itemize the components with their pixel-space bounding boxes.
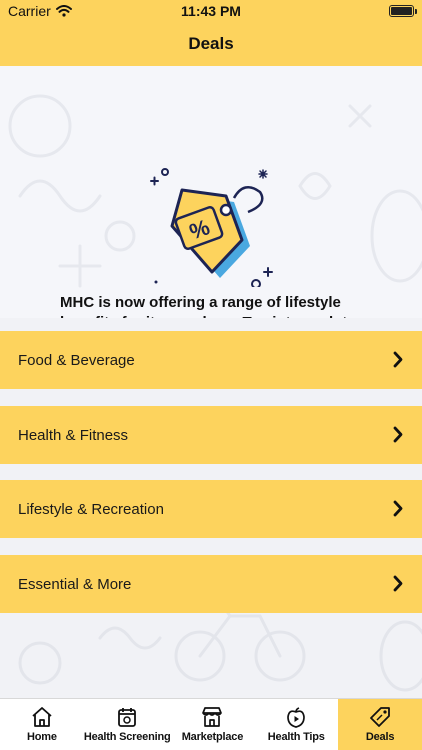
- tab-bar: Home Health Screening Marketplace Health…: [0, 698, 422, 750]
- tab-health-screening[interactable]: Health Screening: [84, 699, 171, 750]
- apple-play-icon: [287, 707, 306, 728]
- tab-home[interactable]: Home: [0, 699, 84, 750]
- category-list: Food & Beverage Health & Fitness Lifesty…: [0, 318, 422, 698]
- tab-label: Home: [27, 731, 57, 743]
- status-bar: Carrier 11:43 PM: [0, 0, 422, 22]
- category-label: Health & Fitness: [18, 426, 129, 444]
- tab-label: Marketplace: [181, 731, 244, 743]
- tab-label: Deals: [365, 731, 395, 743]
- category-label: Lifestyle & Recreation: [18, 500, 164, 518]
- battery-icon: [389, 5, 417, 17]
- price-tag-icon: [370, 707, 390, 727]
- category-essential-more[interactable]: Essential & More: [0, 555, 422, 613]
- tab-deals[interactable]: Deals: [338, 699, 422, 750]
- intro-text: MHC is now offering a range of lifestyle…: [60, 294, 356, 318]
- category-food-beverage[interactable]: Food & Beverage: [0, 331, 422, 389]
- tab-label: Health Screening: [83, 731, 171, 743]
- chevron-right-icon: [393, 351, 403, 368]
- tab-label: Health Tips: [267, 731, 325, 743]
- tab-marketplace[interactable]: Marketplace: [171, 699, 255, 750]
- nav-bar: Deals: [0, 22, 422, 66]
- discount-tag-illustration: %: [150, 168, 273, 287]
- tab-health-tips[interactable]: Health Tips: [254, 699, 338, 750]
- home-icon: [32, 707, 52, 727]
- category-lifestyle-recreation[interactable]: Lifestyle & Recreation: [0, 480, 422, 538]
- calendar-icon: [118, 708, 137, 727]
- store-icon: [202, 707, 223, 727]
- chevron-right-icon: [393, 426, 403, 443]
- category-label: Food & Beverage: [18, 351, 135, 369]
- page-title: Deals: [188, 34, 234, 53]
- chevron-right-icon: [393, 575, 403, 592]
- category-label: Essential & More: [18, 575, 132, 593]
- category-health-fitness[interactable]: Health & Fitness: [0, 406, 422, 464]
- clock: 11:43 PM: [181, 3, 241, 19]
- intro-section: % MHC is now offering a range of lifesty…: [0, 66, 422, 318]
- chevron-right-icon: [393, 500, 403, 517]
